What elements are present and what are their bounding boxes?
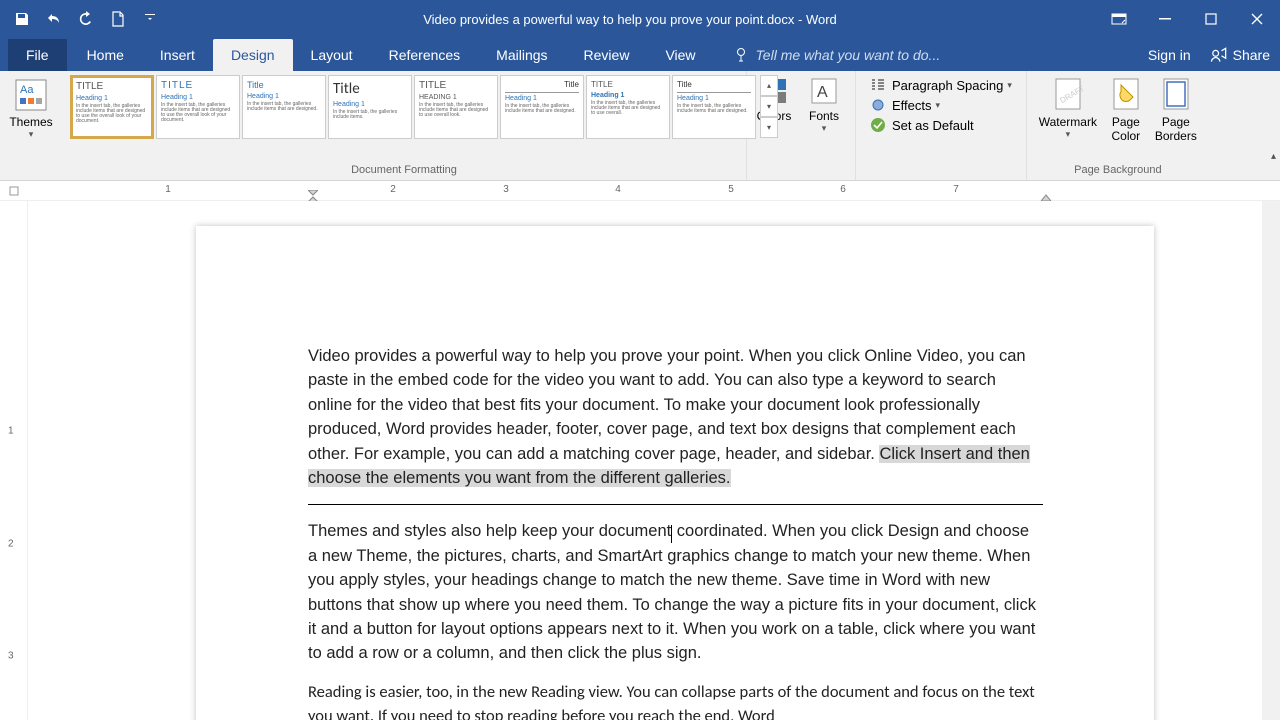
tab-layout[interactable]: Layout (293, 39, 371, 71)
style-set-item[interactable]: TitleHeading 1In the insert tab, the gal… (328, 75, 412, 139)
gallery-up-icon[interactable]: ▴ (760, 75, 778, 96)
svg-text:Aa: Aa (20, 84, 34, 96)
page-color-button[interactable]: Page Color (1103, 73, 1149, 147)
themes-button[interactable]: Aa Themes ▾ (6, 73, 56, 140)
window-title: Video provides a powerful way to help yo… (164, 12, 1096, 27)
group-label-docformat: Document Formatting (68, 162, 740, 178)
vertical-ruler[interactable]: 1 2 3 (0, 201, 28, 720)
style-set-item[interactable]: TITLEHeading 1In the insert tab, the gal… (156, 75, 240, 139)
tabs-right: Sign in Share (1148, 45, 1280, 71)
page-borders-label: Page Borders (1155, 115, 1197, 143)
undo-icon[interactable] (40, 5, 68, 33)
horizontal-rule (308, 504, 1043, 505)
themes-icon: Aa (13, 77, 49, 113)
group-label-pagebg: Page Background (1033, 162, 1203, 178)
document-page[interactable]: Video provides a powerful way to help yo… (196, 226, 1154, 720)
style-set-gallery: TITLEHeading 1In the insert tab, the gal… (68, 73, 780, 141)
gallery-down-icon[interactable]: ▾ (760, 96, 778, 117)
minimize-button[interactable] (1142, 0, 1188, 38)
themes-label: Themes (9, 115, 52, 129)
share-button[interactable]: Share (1209, 45, 1270, 65)
tab-references[interactable]: References (371, 39, 479, 71)
tab-design[interactable]: Design (213, 39, 293, 71)
dropdown-arrow-icon: ▾ (29, 129, 34, 140)
save-icon[interactable] (8, 5, 36, 33)
paragraph[interactable]: Themes and styles also help keep your do… (308, 519, 1042, 665)
new-icon[interactable] (104, 5, 132, 33)
collapse-ribbon-icon[interactable]: ▴ (1271, 151, 1276, 162)
formatting-options: Paragraph Spacing▾ Effects▾ Set as Defau… (862, 73, 1020, 137)
tab-mailings[interactable]: Mailings (478, 39, 565, 71)
page-scroll[interactable]: Video provides a powerful way to help yo… (28, 201, 1280, 720)
style-set-item[interactable]: TitleHeading 1In the insert tab, the gal… (672, 75, 756, 139)
paragraph[interactable]: Video provides a powerful way to help yo… (308, 344, 1042, 490)
paragraph[interactable]: Reading is easier, too, in the new Readi… (308, 680, 1042, 720)
style-set-item[interactable]: TitleHeading 1In the insert tab, the gal… (242, 75, 326, 139)
page-borders-button[interactable]: Page Borders (1149, 73, 1203, 147)
text-cursor (671, 525, 672, 543)
fonts-icon: A (810, 77, 838, 105)
style-set-item[interactable]: TitleHeading 1In the insert tab, the gal… (500, 75, 584, 139)
ruler-corner[interactable] (0, 181, 28, 200)
quick-access-toolbar (0, 5, 164, 33)
qat-customize-icon[interactable] (136, 5, 164, 33)
set-default-label: Set as Default (892, 118, 974, 133)
page-color-label: Page Color (1112, 115, 1141, 143)
tell-me-search[interactable]: Tell me what you want to do... (734, 47, 941, 71)
watermark-button[interactable]: DRAFT Watermark ▾ (1033, 73, 1103, 144)
signin-button[interactable]: Sign in (1148, 47, 1191, 63)
ribbon: Aa Themes ▾ TITLEHeading 1In the insert … (0, 71, 1280, 181)
watermark-label: Watermark (1039, 115, 1097, 129)
redo-icon[interactable] (72, 5, 100, 33)
gallery-scroll: ▴ ▾ ▾ (760, 75, 778, 139)
document-area: 1 2 3 Video provides a powerful way to h… (0, 201, 1280, 720)
style-set-item[interactable]: TITLEHeading 1In the insert tab, the gal… (586, 75, 670, 139)
maximize-button[interactable] (1188, 0, 1234, 38)
dropdown-arrow-icon: ▾ (822, 123, 827, 134)
tab-file[interactable]: File (8, 39, 67, 71)
ribbon-tabs: File Home Insert Design Layout Reference… (0, 38, 1280, 71)
tab-insert[interactable]: Insert (142, 39, 213, 71)
paragraph-spacing-label: Paragraph Spacing (892, 78, 1003, 93)
fonts-label: Fonts (809, 109, 839, 123)
style-set-item[interactable]: TITLEHEADING 1In the insert tab, the gal… (414, 75, 498, 139)
ribbon-display-icon[interactable] (1096, 0, 1142, 38)
effects-icon (870, 97, 886, 113)
dropdown-arrow-icon: ▾ (1066, 129, 1071, 140)
effects-button[interactable]: Effects▾ (870, 97, 1012, 113)
style-set-item[interactable]: TITLEHeading 1In the insert tab, the gal… (70, 75, 154, 139)
check-icon (870, 117, 886, 133)
window-controls (1096, 0, 1280, 38)
gallery-more-icon[interactable]: ▾ (760, 117, 778, 138)
paragraph-spacing-button[interactable]: Paragraph Spacing▾ (870, 77, 1012, 93)
fonts-button[interactable]: A Fonts ▾ (799, 73, 849, 138)
svg-text:A: A (817, 84, 828, 101)
paragraph-spacing-icon (870, 77, 886, 93)
effects-label: Effects (892, 98, 932, 113)
title-bar: Video provides a powerful way to help yo… (0, 0, 1280, 38)
share-label: Share (1233, 47, 1270, 63)
page-color-icon (1111, 77, 1141, 111)
horizontal-ruler[interactable]: 1 2 3 4 5 6 7 (0, 181, 1280, 201)
watermark-icon: DRAFT (1053, 77, 1083, 111)
tab-view[interactable]: View (647, 39, 713, 71)
vertical-scrollbar[interactable] (1262, 201, 1280, 720)
close-button[interactable] (1234, 0, 1280, 38)
set-default-button[interactable]: Set as Default (870, 117, 1012, 133)
tab-home[interactable]: Home (69, 39, 142, 71)
tell-me-placeholder: Tell me what you want to do... (756, 47, 941, 63)
tab-review[interactable]: Review (566, 39, 648, 71)
page-borders-icon (1161, 77, 1191, 111)
